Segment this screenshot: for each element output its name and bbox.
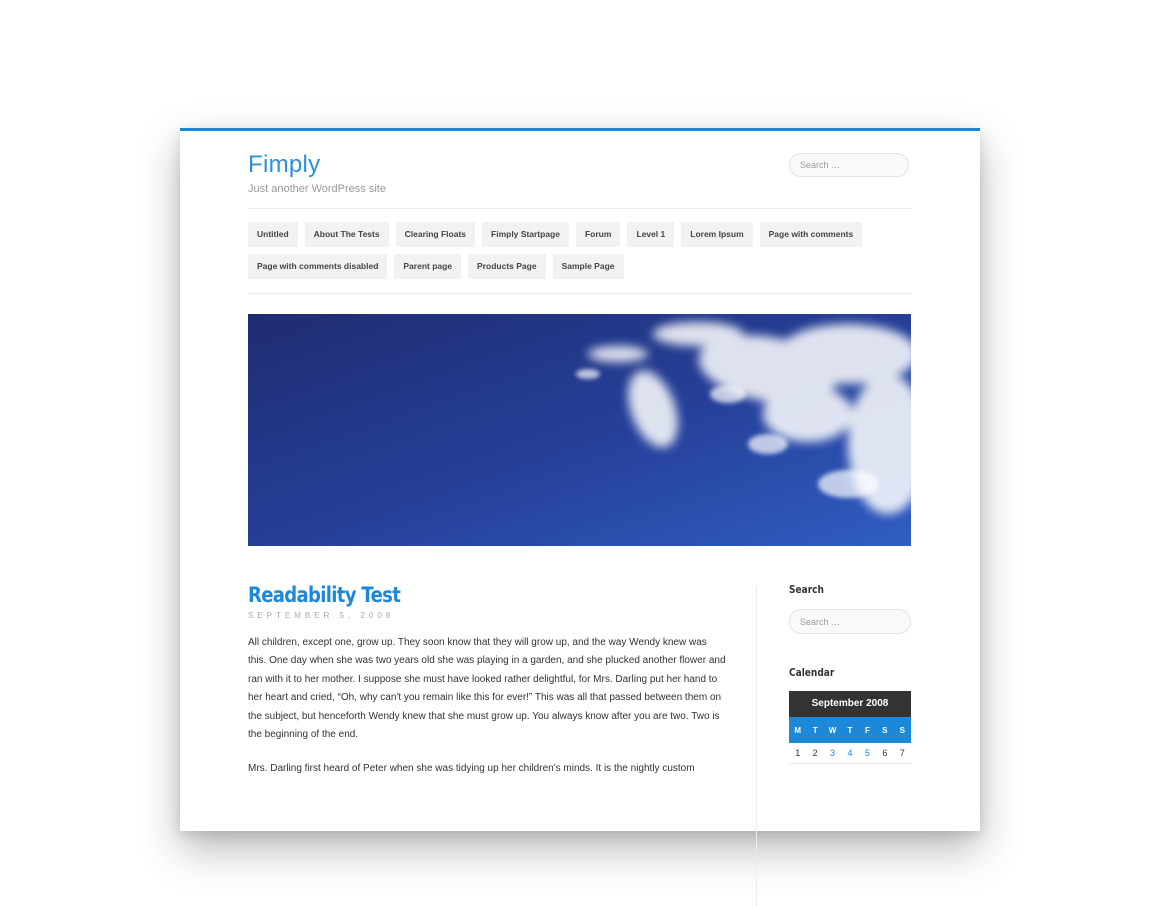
main-navigation: Untitled About The Tests Clearing Floats Fi… [248, 222, 912, 286]
calendar-weekday: M [789, 717, 807, 743]
calendar-weekday-header: MTWTFSS [789, 717, 911, 743]
calendar-day-link[interactable]: 5 [858, 743, 877, 764]
calendar-weekday: S [876, 717, 894, 743]
calendar-weekday: T [841, 717, 859, 743]
post-title[interactable]: Readability Test [248, 581, 659, 609]
nav-item-sample-page[interactable]: Sample Page [552, 254, 624, 279]
post-article: Readability Test SEPTEMBER 5, 2008 All c… [248, 581, 726, 795]
nav-item-page-with-comments[interactable]: Page with comments [759, 222, 863, 247]
header-image-sky [248, 314, 911, 546]
post-date: SEPTEMBER 5, 2008 [248, 611, 395, 620]
page-frame: Fimply Just another WordPress site Untit… [180, 128, 980, 906]
calendar-caption: September 2008 [789, 691, 911, 717]
calendar-day-link[interactable]: 3 [823, 743, 842, 764]
nav-item-forum[interactable]: Forum [575, 222, 621, 247]
nav-item-products-page[interactable]: Products Page [468, 254, 546, 279]
widget-title-search: Search [789, 583, 824, 596]
calendar-day: 6 [876, 743, 894, 764]
nav-item-page-with-comments-disabled[interactable]: Page with comments disabled [248, 254, 388, 279]
site-title[interactable]: Fimply [248, 151, 320, 179]
nav-item-clearing-floats[interactable]: Clearing Floats [395, 222, 476, 247]
content-sidebar-divider [756, 586, 757, 906]
calendar-day: 1 [789, 743, 807, 764]
widget-title-calendar: Calendar [789, 666, 835, 679]
calendar-weekday: F [858, 717, 877, 743]
nav-item-untitled[interactable]: Untitled [248, 222, 298, 247]
calendar-weekday: S [893, 717, 911, 743]
nav-row-1: Untitled About The Tests Clearing Floats Fi… [248, 222, 912, 247]
nav-item-fimply-startpage[interactable]: Fimply Startpage [482, 222, 569, 247]
calendar: September 2008 MTWTFSS 1234567 [789, 691, 911, 764]
header-search-input[interactable] [789, 153, 909, 177]
post-body: All children, except one, grow up. They … [248, 634, 726, 779]
header-divider [248, 208, 912, 209]
site-description: Just another WordPress site [248, 183, 386, 195]
sidebar: Search Calendar September 2008 MTWTFSS 1… [789, 583, 911, 764]
calendar-day: 7 [893, 743, 911, 764]
nav-item-lorem-ipsum[interactable]: Lorem Ipsum [681, 222, 753, 247]
nav-divider [248, 293, 912, 294]
nav-item-parent-page[interactable]: Parent page [394, 254, 462, 279]
calendar-day: 2 [806, 743, 824, 764]
calendar-day-link[interactable]: 4 [841, 743, 859, 764]
sidebar-search-input[interactable] [789, 609, 911, 634]
nav-item-about-the-tests[interactable]: About The Tests [304, 222, 389, 247]
nav-item-level-1[interactable]: Level 1 [627, 222, 675, 247]
calendar-weekday: T [806, 717, 824, 743]
nav-row-2: Page with comments disabled Parent page Pr… [248, 254, 912, 279]
calendar-week-row: 1234567 [789, 743, 911, 764]
calendar-weekday: W [823, 717, 842, 743]
post-paragraph: All children, except one, grow up. They … [248, 637, 726, 741]
